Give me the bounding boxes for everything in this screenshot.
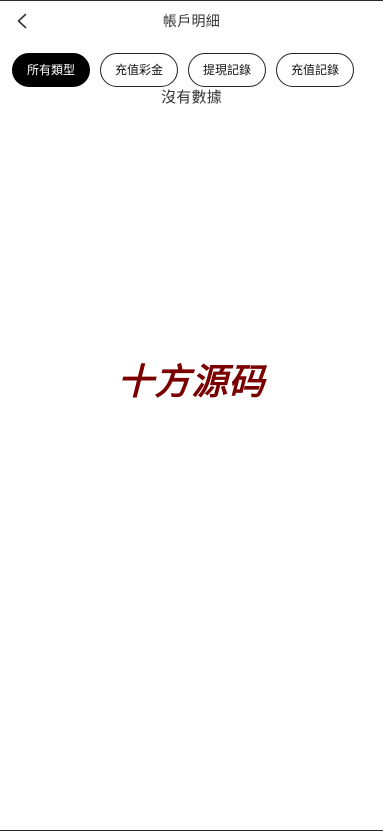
filter-recharge-records[interactable]: 充值記錄 [276, 53, 354, 87]
filter-tabs: 所有類型 充值彩金 提現記錄 充值記錄 [12, 53, 383, 87]
header: 帳戶明細 [0, 1, 383, 43]
watermark-text: 十方源码 [117, 362, 266, 403]
empty-state-message: 沒有數據 [161, 88, 222, 106]
filter-withdrawal-records[interactable]: 提現記錄 [188, 53, 266, 87]
filter-all-types[interactable]: 所有類型 [12, 53, 90, 87]
account-details-page: 帳戶明細 所有類型 充值彩金 提現記錄 充值記錄 沒有數據 十方源码 [0, 0, 383, 831]
filter-recharge-bonus[interactable]: 充值彩金 [100, 53, 178, 87]
page-title: 帳戶明細 [162, 14, 221, 30]
